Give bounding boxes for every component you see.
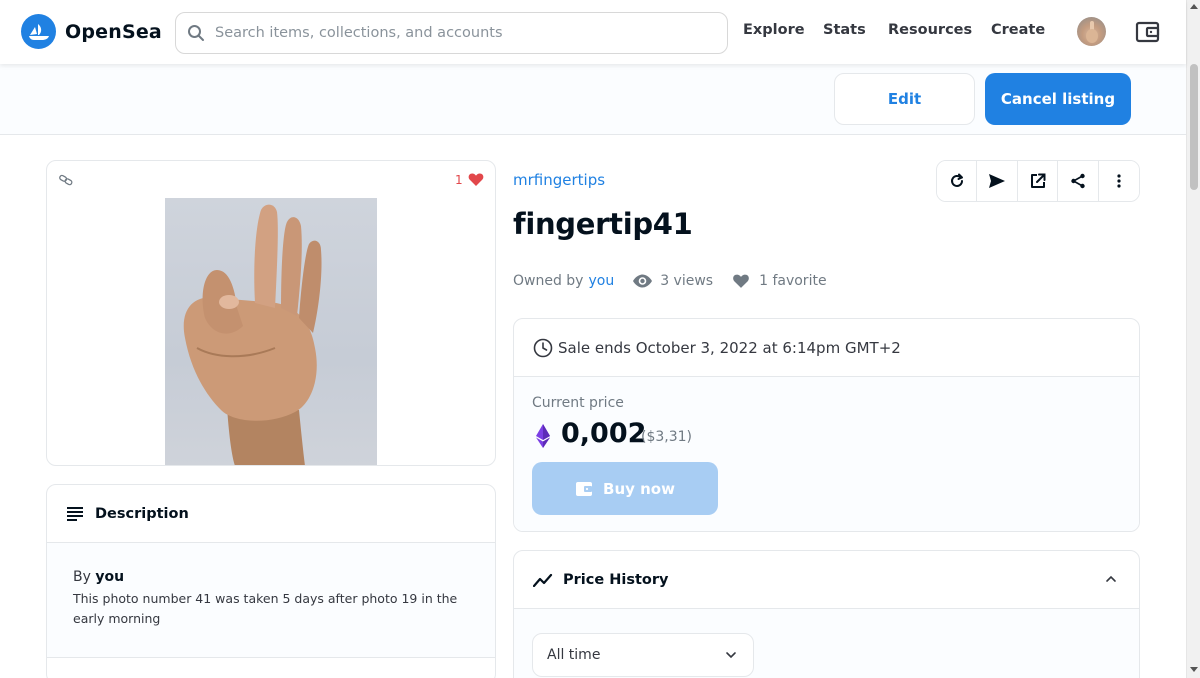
chevron-down-icon: [726, 652, 736, 659]
nav-resources[interactable]: Resources: [888, 22, 972, 38]
chain-link-icon[interactable]: [59, 173, 73, 187]
send-icon: [989, 174, 1006, 188]
price-history-header[interactable]: Price History: [514, 551, 1139, 609]
owner-action-bar: Edit Cancel listing: [0, 64, 1186, 135]
favorite-heart-icon[interactable]: [732, 273, 750, 289]
owned-by-label: Owned by: [513, 273, 584, 289]
share-button[interactable]: [1058, 161, 1099, 201]
search-input[interactable]: [215, 25, 715, 41]
description-lines-icon: [67, 506, 83, 521]
scroll-down-arrow-icon[interactable]: [1190, 667, 1198, 672]
wallet-icon: [576, 481, 593, 496]
sale-card: Sale ends October 3, 2022 at 6:14pm GMT+…: [513, 318, 1140, 532]
cancel-listing-button[interactable]: Cancel listing: [985, 73, 1131, 125]
price-history-title: Price History: [563, 571, 669, 588]
description-body: By you This photo number 41 was taken 5 …: [47, 543, 495, 658]
item-title: fingertip41: [513, 207, 693, 241]
time-range-select[interactable]: All time: [532, 633, 754, 677]
item-media-card: 1: [46, 160, 496, 466]
search-bar[interactable]: [175, 12, 728, 54]
refresh-button[interactable]: [937, 161, 978, 201]
page-scrollbar[interactable]: [1186, 0, 1200, 678]
description-header[interactable]: Description: [47, 485, 495, 543]
share-icon: [1071, 173, 1085, 189]
wallet-icon[interactable]: [1135, 20, 1161, 44]
sale-end-text: Sale ends October 3, 2022 at 6:14pm GMT+…: [558, 338, 901, 357]
favorites-count[interactable]: 1 favorite: [759, 273, 826, 289]
chevron-up-icon[interactable]: [1105, 573, 1117, 585]
heart-icon[interactable]: [468, 172, 484, 187]
nav-create[interactable]: Create: [991, 22, 1045, 38]
views-count: 3 views: [660, 273, 714, 289]
description-by-prefix: By: [73, 569, 91, 585]
nav-explore[interactable]: Explore: [743, 22, 805, 38]
description-card: Description By you This photo number 41 …: [46, 484, 496, 678]
clock-icon: [533, 338, 553, 357]
refresh-icon: [950, 173, 963, 187]
opensea-logo[interactable]: OpenSea: [21, 14, 162, 49]
sale-header: Sale ends October 3, 2022 at 6:14pm GMT+…: [514, 319, 1139, 377]
sale-body: Current price 0,002 ($3,31) Buy now: [514, 377, 1139, 531]
search-icon: [188, 25, 204, 41]
favorite-count: 1: [455, 173, 463, 187]
more-options-button[interactable]: [1098, 161, 1139, 201]
time-range-value: All time: [547, 647, 601, 663]
price-usd: ($3,31): [641, 429, 693, 445]
description-text: This photo number 41 was taken 5 days af…: [73, 591, 458, 626]
price-history-body: All time: [514, 609, 1139, 678]
transfer-button[interactable]: [977, 161, 1018, 201]
item-image[interactable]: [165, 198, 377, 465]
top-navbar: OpenSea Explore Stats Resources Create: [0, 0, 1186, 64]
buy-now-button[interactable]: Buy now: [532, 462, 718, 515]
external-link-icon: [1030, 173, 1046, 188]
scroll-up-arrow-icon[interactable]: [1190, 4, 1198, 9]
price-eth: 0,002: [561, 418, 647, 449]
description-author-link[interactable]: you: [95, 569, 124, 585]
price-history-card: Price History All time: [513, 550, 1140, 678]
ethereum-icon: [536, 424, 550, 448]
more-vertical-icon: [1117, 174, 1121, 188]
opensea-logo-icon: [21, 14, 56, 49]
open-external-button[interactable]: [1017, 161, 1059, 201]
owner-link[interactable]: you: [588, 273, 614, 289]
description-title: Description: [95, 505, 189, 522]
brand-name: OpenSea: [65, 20, 162, 43]
eye-icon: [633, 274, 653, 288]
buy-now-label: Buy now: [603, 479, 675, 498]
current-price-label: Current price: [532, 395, 624, 411]
scroll-thumb[interactable]: [1190, 64, 1198, 190]
item-meta-row: Owned by you 3 views 1 favorite: [513, 273, 827, 289]
collection-link[interactable]: mrfingertips: [513, 171, 605, 189]
item-toolbar: [936, 160, 1140, 202]
edit-button[interactable]: Edit: [834, 73, 975, 125]
description-author: By you: [73, 569, 469, 585]
profile-avatar[interactable]: [1077, 17, 1106, 46]
nav-stats[interactable]: Stats: [823, 22, 866, 38]
trending-icon: [533, 573, 553, 587]
